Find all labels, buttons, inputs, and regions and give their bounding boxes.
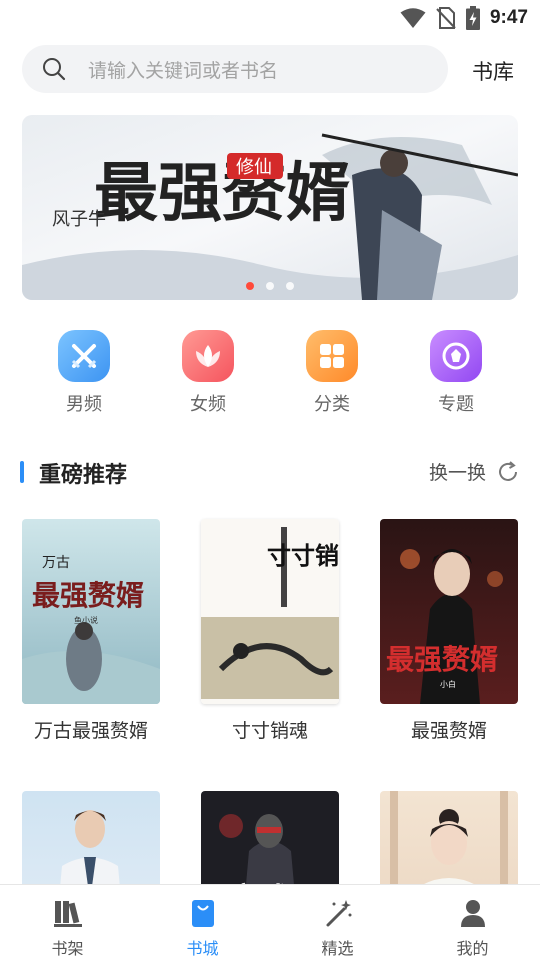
nav-label: 我的 bbox=[456, 939, 489, 958]
refresh-label: 换一换 bbox=[428, 462, 486, 484]
banner-author: 风子牛 bbox=[52, 209, 106, 230]
status-icons: 9:47 bbox=[400, 6, 528, 30]
category-shortcuts: 男频 女频 分类 专题 bbox=[22, 330, 518, 416]
category-icon-bg bbox=[182, 330, 234, 382]
book-cover[interactable]: 寸寸销魂 bbox=[201, 519, 339, 704]
cover-title: 寸寸销魂 bbox=[267, 541, 339, 570]
library-link[interactable]: 书库 bbox=[472, 56, 514, 86]
banner-dot[interactable] bbox=[246, 282, 254, 290]
magic-wand-icon bbox=[326, 900, 351, 927]
badge-icon bbox=[442, 342, 470, 370]
no-sim-icon bbox=[436, 7, 456, 29]
sword-icon bbox=[71, 344, 97, 369]
lotus-icon bbox=[196, 345, 220, 367]
book-item[interactable]: 最强赘婿 小白 最强赘婿 bbox=[380, 519, 518, 743]
profile-icon bbox=[460, 900, 485, 927]
book-item[interactable]: 寸寸销魂 寸寸销魂 bbox=[201, 519, 339, 743]
section-title: 重磅推荐 bbox=[39, 463, 128, 488]
nav-profile[interactable]: 我的 bbox=[405, 885, 540, 960]
category-topic[interactable]: 专题 bbox=[394, 330, 518, 416]
search-icon bbox=[43, 58, 66, 81]
book-row: 万古 最强赘婿 鱼小说 万古最强赘婿 寸寸销魂 bbox=[22, 519, 518, 743]
nav-label: 精选 bbox=[321, 939, 354, 958]
book-cover[interactable]: 万古 最强赘婿 鱼小说 bbox=[22, 519, 160, 704]
cover-prefix: 万古 bbox=[42, 555, 70, 571]
grid-icon bbox=[320, 344, 344, 368]
search-placeholder: 请输入关键词或者书名 bbox=[88, 59, 279, 82]
wifi-icon bbox=[400, 8, 426, 28]
category-icon-bg bbox=[430, 330, 482, 382]
book-title: 最强赘婿 bbox=[410, 720, 487, 742]
banner-dot[interactable] bbox=[266, 282, 274, 290]
nav-label: 书城 bbox=[186, 939, 219, 958]
nav-bookshelf[interactable]: 书架 bbox=[0, 885, 135, 960]
search-input[interactable]: 请输入关键词或者书名 bbox=[22, 45, 448, 93]
category-icon-bg bbox=[306, 330, 358, 382]
banner-carousel[interactable]: 最强赘婿 修仙 风子牛 bbox=[22, 115, 518, 300]
cover-title: 最强赘婿 bbox=[386, 643, 498, 676]
category-label: 女频 bbox=[190, 394, 226, 415]
book-title: 寸寸销魂 bbox=[231, 720, 308, 742]
refresh-icon bbox=[499, 460, 517, 481]
battery-charging-icon bbox=[465, 6, 480, 30]
book-title: 万古最强赘婿 bbox=[33, 720, 148, 742]
category-label: 男频 bbox=[66, 394, 102, 415]
status-bar: 9:47 bbox=[0, 0, 540, 36]
bookstore-icon bbox=[191, 900, 214, 927]
bookshelf-icon bbox=[53, 901, 82, 927]
category-male[interactable]: 男频 bbox=[22, 330, 146, 416]
banner-pagination bbox=[22, 282, 518, 290]
banner-image: 最强赘婿 修仙 风子牛 bbox=[22, 115, 518, 300]
category-classify[interactable]: 分类 bbox=[270, 330, 394, 416]
bottom-navigation: 书架 书城 精选 我的 bbox=[0, 884, 540, 960]
recommend-section-header: 重磅推荐 换一换 bbox=[20, 454, 520, 490]
section-accent-bar bbox=[20, 461, 24, 483]
cover-author: 小白 bbox=[440, 679, 456, 689]
cover-author: 鱼小说 bbox=[74, 615, 98, 625]
category-label: 专题 bbox=[438, 394, 474, 415]
nav-bookstore[interactable]: 书城 bbox=[135, 885, 270, 960]
nav-featured[interactable]: 精选 bbox=[270, 885, 405, 960]
category-icon-bg bbox=[58, 330, 110, 382]
category-female[interactable]: 女频 bbox=[146, 330, 270, 416]
refresh-button[interactable]: 换一换 bbox=[429, 458, 520, 485]
category-label: 分类 bbox=[314, 394, 350, 415]
cover-title: 最强赘婿 bbox=[32, 579, 144, 612]
nav-label: 书架 bbox=[51, 939, 84, 958]
book-cover[interactable]: 最强赘婿 小白 bbox=[380, 519, 518, 704]
banner-tag: 修仙 bbox=[236, 157, 272, 178]
banner-book-title: 最强赘婿 bbox=[94, 156, 350, 231]
bookstore-screen: 9:47 请输入关键词或者书名 书库 最强赘婿 修仙 风子牛 男频 女频 分类 … bbox=[0, 0, 540, 960]
book-item[interactable]: 万古 最强赘婿 鱼小说 万古最强赘婿 bbox=[22, 519, 160, 743]
status-time: 9:47 bbox=[489, 7, 528, 28]
banner-dot[interactable] bbox=[286, 282, 294, 290]
